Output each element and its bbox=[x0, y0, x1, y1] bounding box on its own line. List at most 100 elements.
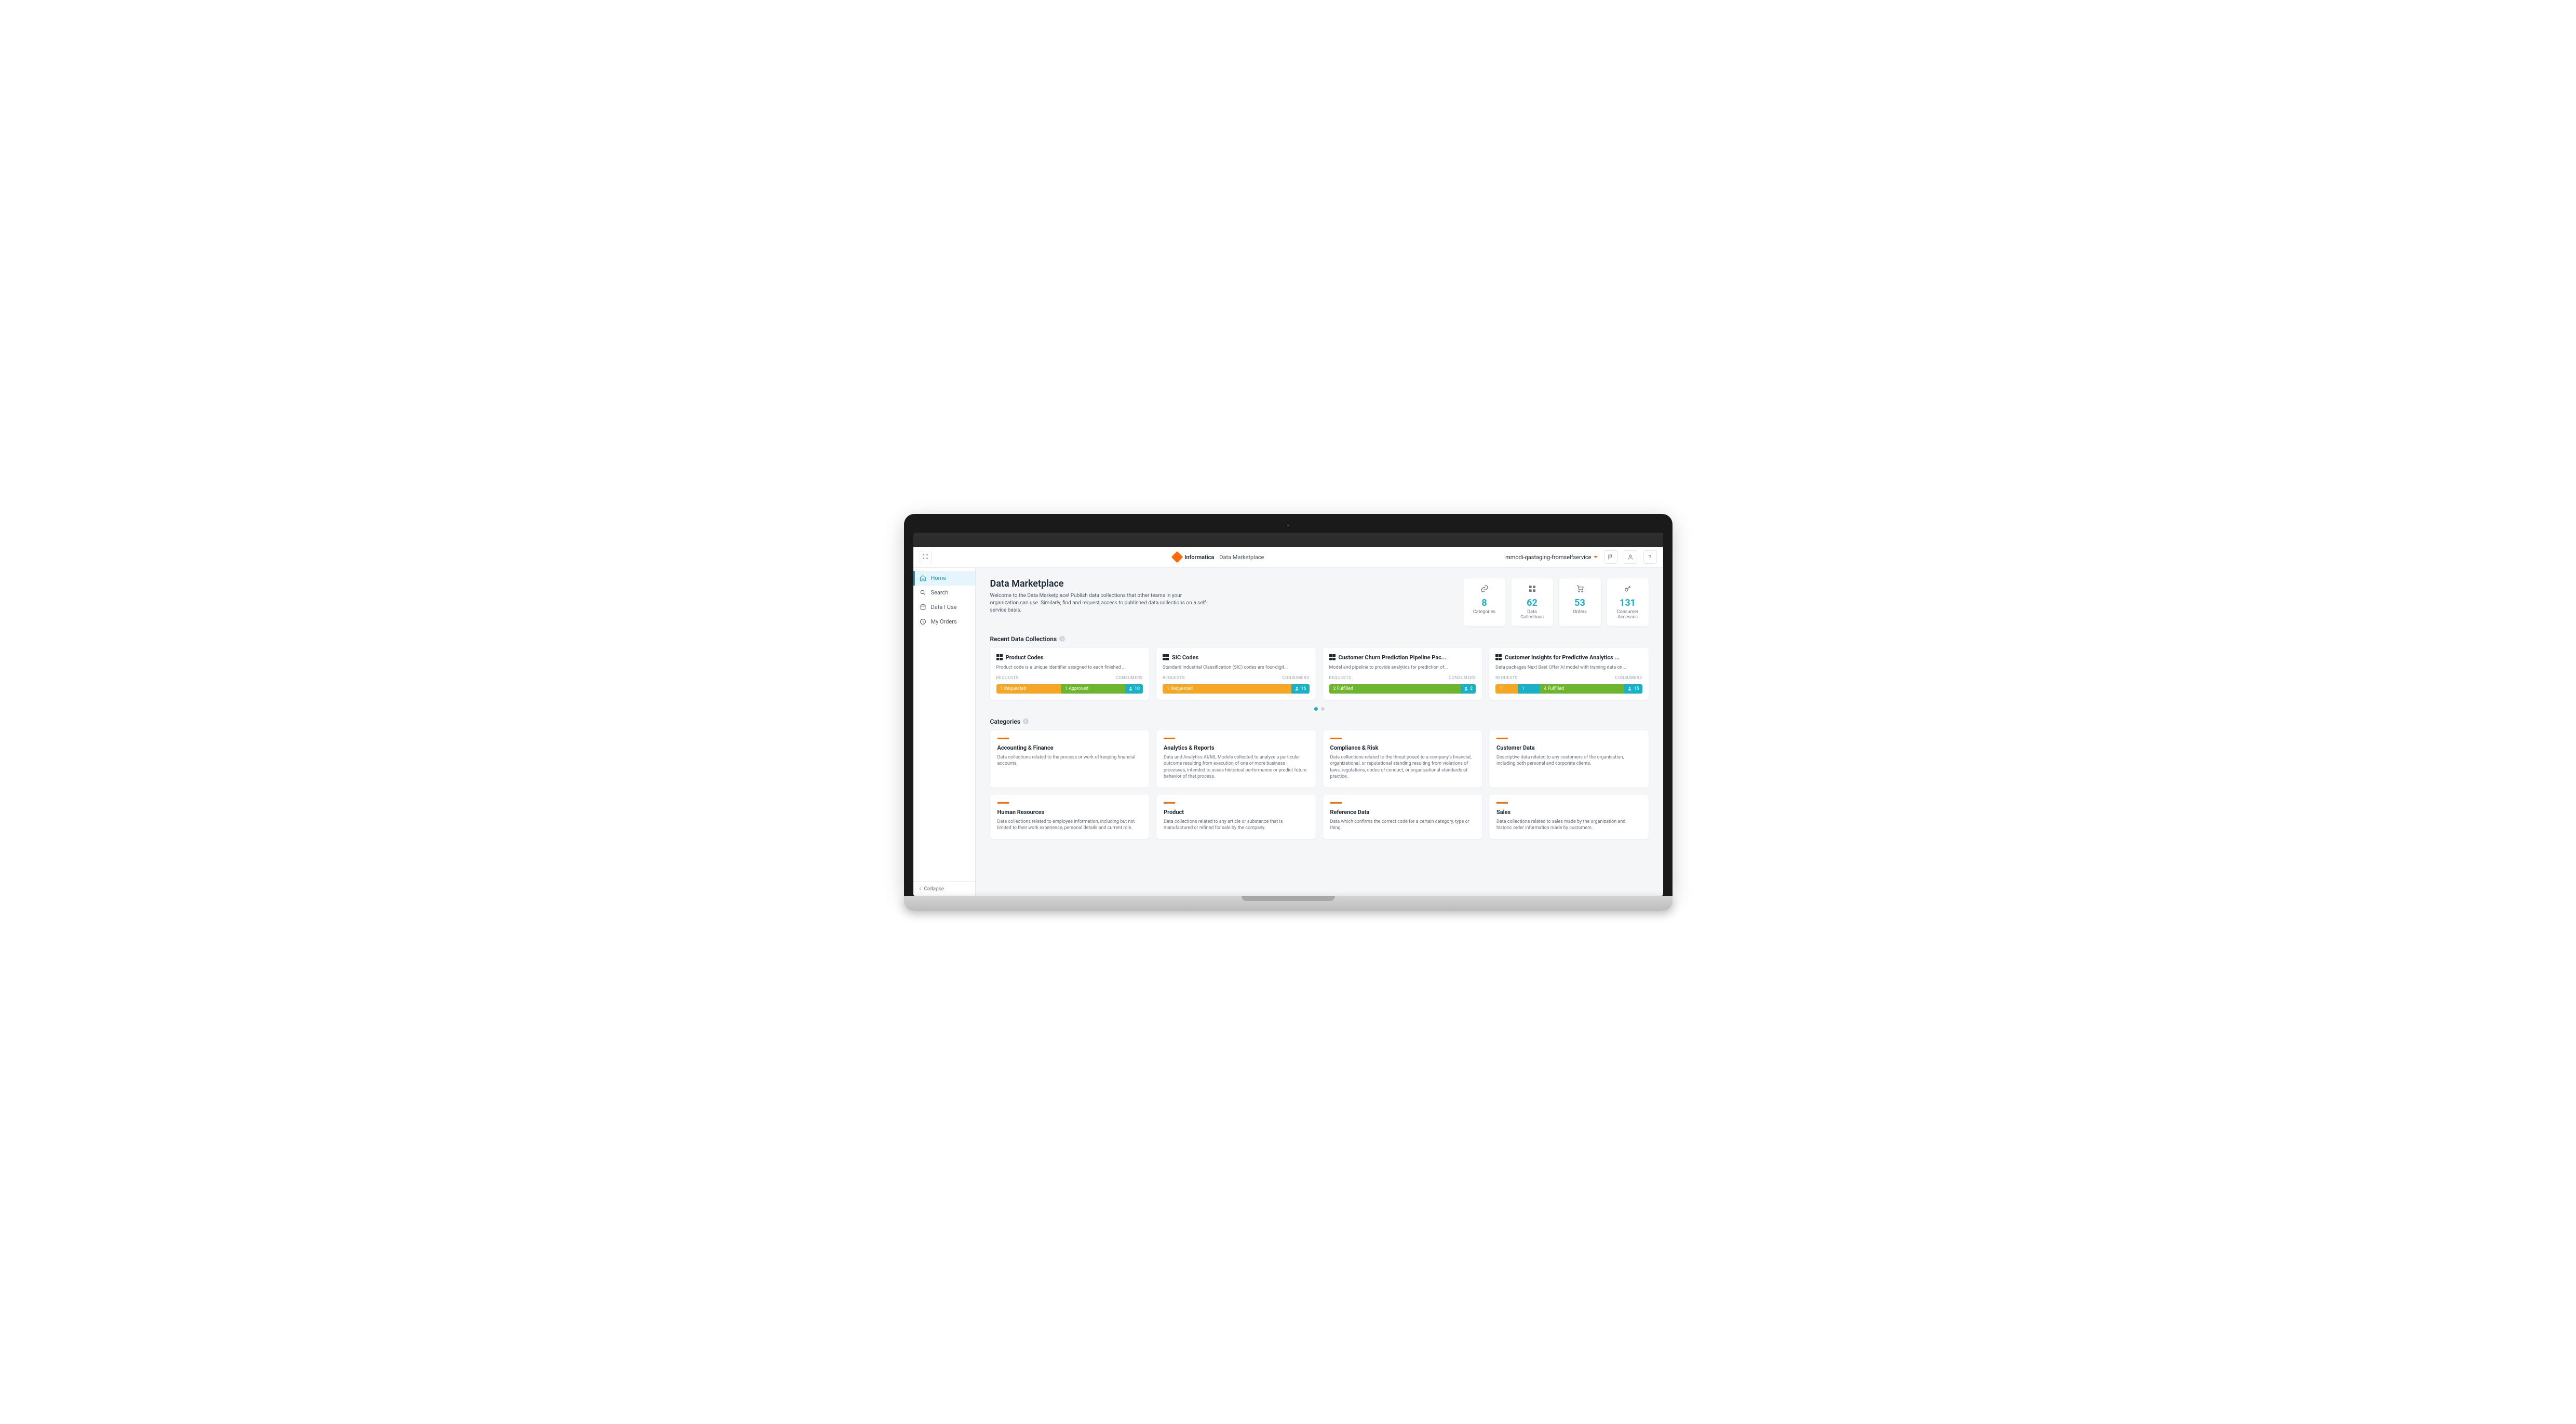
category-description: Data and Analytics AI/ML Models collecte… bbox=[1164, 754, 1309, 780]
grid-dots-icon bbox=[923, 554, 929, 560]
category-title: Analytics & Reports bbox=[1164, 744, 1309, 751]
category-card[interactable]: Reference DataData which confirms the co… bbox=[1323, 795, 1482, 839]
info-icon[interactable]: i bbox=[1023, 718, 1029, 724]
category-card[interactable]: Accounting & FinanceData collections rel… bbox=[990, 730, 1150, 788]
category-card[interactable]: SalesData collections related to sales m… bbox=[1489, 795, 1649, 839]
category-title: Compliance & Risk bbox=[1330, 744, 1475, 751]
consumers-segment: 2 bbox=[1461, 684, 1476, 694]
consumers-segment: 10 bbox=[1125, 684, 1143, 694]
collection-description: Model and pipeline to provide analytics … bbox=[1329, 665, 1476, 671]
accent-bar bbox=[1330, 802, 1342, 804]
notifications-button[interactable] bbox=[1604, 550, 1617, 564]
caret-down-icon bbox=[1594, 556, 1598, 558]
status-bar: 2 Fulfilled2 bbox=[1329, 684, 1476, 694]
stat-orders[interactable]: 53Orders bbox=[1559, 578, 1601, 626]
sidebar-item-label: Data I Use bbox=[931, 604, 957, 611]
sidebar-item-label: Search bbox=[931, 589, 949, 596]
sidebar-item-data-i-use[interactable]: Data I Use bbox=[913, 600, 975, 615]
window-titlebar bbox=[913, 533, 1663, 547]
stat-value: 8 bbox=[1468, 598, 1501, 608]
chevron-left-icon: ‹ bbox=[920, 886, 921, 892]
category-description: Descriptive data related to any customer… bbox=[1496, 754, 1641, 767]
collapse-label: Collapse bbox=[924, 886, 945, 892]
stat-data-collections[interactable]: 62Data Collections bbox=[1512, 578, 1553, 626]
stat-consumer-accesses[interactable]: 131Consumer Accesses bbox=[1607, 578, 1649, 626]
category-card[interactable]: Human Resources Data collections related … bbox=[990, 795, 1150, 839]
request-segment: 4 Fulfilled bbox=[1540, 684, 1624, 694]
categories-section-title: Categories i bbox=[990, 718, 1649, 725]
app-switcher-button[interactable] bbox=[920, 551, 932, 563]
request-segment: 1 bbox=[1518, 684, 1540, 694]
search-icon bbox=[920, 589, 927, 596]
category-card[interactable]: Customer Data Descriptive data related to… bbox=[1489, 730, 1649, 788]
consumers-segment: 16 bbox=[1291, 684, 1309, 694]
sidebar-item-label: My Orders bbox=[931, 618, 957, 625]
stat-label: Data Collections bbox=[1516, 609, 1549, 620]
accent-bar bbox=[1164, 738, 1175, 739]
data-icon bbox=[920, 604, 927, 611]
help-button[interactable]: ? bbox=[1643, 550, 1657, 564]
consumers-segment: 15 bbox=[1624, 684, 1642, 694]
sidebar-item-search[interactable]: Search bbox=[913, 586, 975, 600]
category-description: Data collections related to employee inf… bbox=[997, 819, 1142, 832]
sidebar-item-label: Home bbox=[931, 575, 947, 581]
requests-label: REQUESTS bbox=[1495, 675, 1518, 680]
user-button[interactable] bbox=[1624, 550, 1637, 564]
accent-bar bbox=[1330, 738, 1342, 739]
consumers-label: CONSUMERS bbox=[1449, 675, 1476, 680]
stat-value: 62 bbox=[1516, 598, 1549, 608]
collapse-sidebar-button[interactable]: ‹ Collapse bbox=[913, 881, 975, 896]
collection-description: Product code is a unique identifier assi… bbox=[996, 665, 1143, 671]
user-icon bbox=[1627, 554, 1634, 560]
grid-icon bbox=[1516, 585, 1549, 598]
home-icon bbox=[920, 575, 927, 582]
cart-icon bbox=[1563, 585, 1597, 598]
collection-title: Customer Churn Prediction Pipeline Pac..… bbox=[1329, 654, 1476, 661]
stat-label: Consumer Accesses bbox=[1611, 609, 1644, 620]
accent-bar bbox=[1496, 802, 1508, 804]
collection-description: Data packages Next Best Offer AI model w… bbox=[1495, 665, 1642, 671]
recent-section-title: Recent Data Collections i bbox=[990, 635, 1649, 643]
category-title: Product bbox=[1164, 809, 1309, 816]
accent-bar bbox=[997, 802, 1009, 804]
orders-icon bbox=[920, 618, 927, 626]
collection-card[interactable]: Customer Insights for Predictive Analyti… bbox=[1489, 648, 1649, 700]
accent-bar bbox=[1496, 738, 1508, 739]
stat-label: Categories bbox=[1468, 609, 1501, 615]
collection-card[interactable]: SIC CodesStandard Industrial Classificat… bbox=[1156, 648, 1316, 700]
collection-card[interactable]: Product Codes Product code is a unique id… bbox=[990, 648, 1150, 700]
sidebar: Home Search Data I Use My Orders ‹ Collapse bbox=[913, 568, 976, 896]
stat-categories[interactable]: 8Categories bbox=[1464, 578, 1505, 626]
category-title: Reference Data bbox=[1330, 809, 1475, 816]
collection-card[interactable]: Customer Churn Prediction Pipeline Pac..… bbox=[1323, 648, 1482, 700]
stat-value: 53 bbox=[1563, 598, 1597, 608]
category-card[interactable]: Product Data collections related to any a… bbox=[1156, 795, 1316, 839]
category-title: Customer Data bbox=[1496, 744, 1641, 751]
sidebar-item-my-orders[interactable]: My Orders bbox=[913, 615, 975, 629]
category-card[interactable]: Analytics & Reports Data and Analytics AI… bbox=[1156, 730, 1316, 788]
status-bar: 1 Requested1 Approved10 bbox=[996, 684, 1143, 694]
collection-icon bbox=[1495, 654, 1502, 660]
category-description: Data collections related to any article … bbox=[1164, 819, 1309, 832]
page-title: Data Marketplace bbox=[990, 578, 1208, 589]
main-content: Data Marketplace Welcome to the Data Mar… bbox=[976, 568, 1663, 896]
requests-label: REQUESTS bbox=[1163, 675, 1185, 680]
pager-dot-2[interactable] bbox=[1321, 707, 1325, 711]
camera bbox=[1286, 523, 1290, 527]
org-selector[interactable]: mmodi-qastaging-fromselfservice bbox=[1505, 554, 1597, 561]
category-title: Human Resources bbox=[997, 809, 1142, 816]
status-bar: 114 Fulfilled15 bbox=[1495, 684, 1642, 694]
pager-dot-1[interactable] bbox=[1314, 707, 1318, 711]
info-icon[interactable]: i bbox=[1059, 636, 1065, 642]
accent-bar bbox=[997, 738, 1009, 739]
requests-label: REQUESTS bbox=[996, 675, 1019, 680]
page-description: Welcome to the Data Marketplace! Publish… bbox=[990, 592, 1208, 614]
request-segment: 1 Approved bbox=[1061, 684, 1125, 694]
sidebar-item-home[interactable]: Home bbox=[913, 571, 975, 586]
collection-description: Standard Industrial Classification (SIC)… bbox=[1163, 665, 1310, 671]
collection-title: Product Codes bbox=[996, 654, 1143, 661]
category-card[interactable]: Compliance & RiskData collections relate… bbox=[1323, 730, 1482, 788]
collection-icon bbox=[1329, 654, 1336, 660]
requests-label: REQUESTS bbox=[1329, 675, 1352, 680]
request-segment: 2 Fulfilled bbox=[1329, 684, 1461, 694]
